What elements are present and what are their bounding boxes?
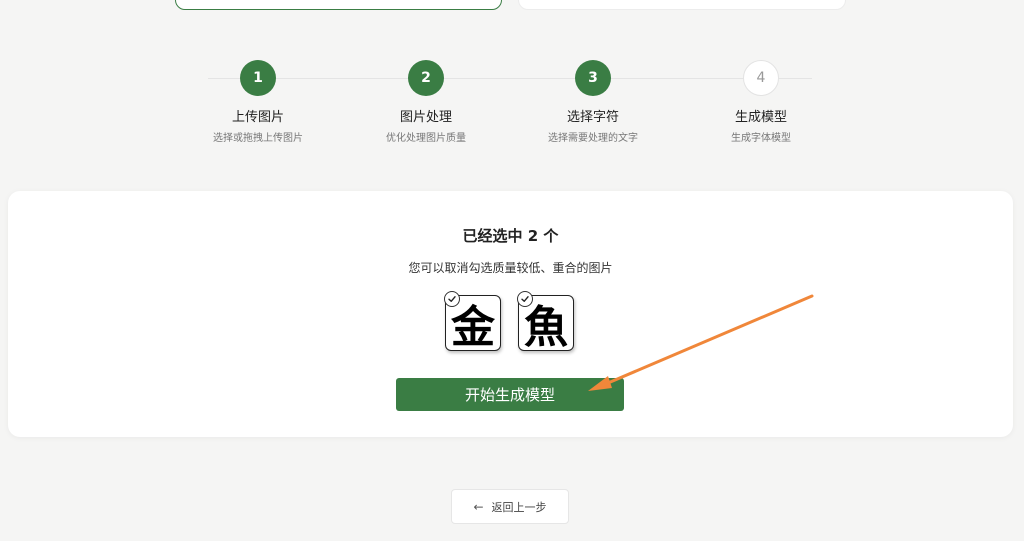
step-title: 上传图片 [231, 110, 284, 125]
step-3: 3 选择字符 选择需要处理的文字 [523, 60, 663, 144]
selection-card: 已经选中 2 个 您可以取消勾选质量较低、重合的图片 金 魚 开始生成模型 [8, 191, 1013, 437]
step-number: 4 [743, 60, 779, 96]
back-button-label: 返回上一步 [491, 500, 547, 514]
selection-heading: 已经选中 2 个 [462, 227, 559, 245]
step-desc: 选择需要处理的文字 [548, 133, 638, 144]
step-title: 生成模型 [734, 110, 787, 125]
step-title: 图片处理 [399, 110, 452, 125]
top-option-card-selected[interactable] [175, 0, 502, 10]
step-number: 3 [575, 60, 611, 96]
start-generate-model-button[interactable]: 开始生成模型 [396, 378, 624, 411]
arrow-left-icon: ← [473, 499, 484, 514]
back-button[interactable]: ← 返回上一步 [451, 489, 569, 524]
step-desc: 选择或拖拽上传图片 [213, 133, 303, 144]
step-title: 选择字符 [566, 110, 619, 125]
step-desc: 生成字体模型 [731, 133, 791, 144]
page: 1 上传图片 选择或拖拽上传图片 2 图片处理 优化处理图片质量 3 选择字符 … [0, 0, 1024, 541]
character-thumbnail[interactable]: 金 [444, 291, 501, 353]
character-thumbnail[interactable]: 魚 [517, 291, 574, 353]
checkbox-checked-icon[interactable] [517, 291, 533, 307]
step-desc: 优化处理图片质量 [386, 133, 466, 144]
top-option-card[interactable] [518, 0, 846, 10]
step-4: 4 生成模型 生成字体模型 [691, 60, 831, 144]
selection-hint: 您可以取消勾选质量较低、重合的图片 [408, 261, 613, 275]
step-2: 2 图片处理 优化处理图片质量 [356, 60, 496, 144]
step-1: 1 上传图片 选择或拖拽上传图片 [188, 60, 328, 144]
character-thumbnails: 金 魚 [444, 291, 574, 353]
checkbox-checked-icon[interactable] [444, 291, 460, 307]
step-number: 2 [408, 60, 444, 96]
progress-stepper: 1 上传图片 选择或拖拽上传图片 2 图片处理 优化处理图片质量 3 选择字符 … [200, 60, 820, 150]
step-number: 1 [240, 60, 276, 96]
